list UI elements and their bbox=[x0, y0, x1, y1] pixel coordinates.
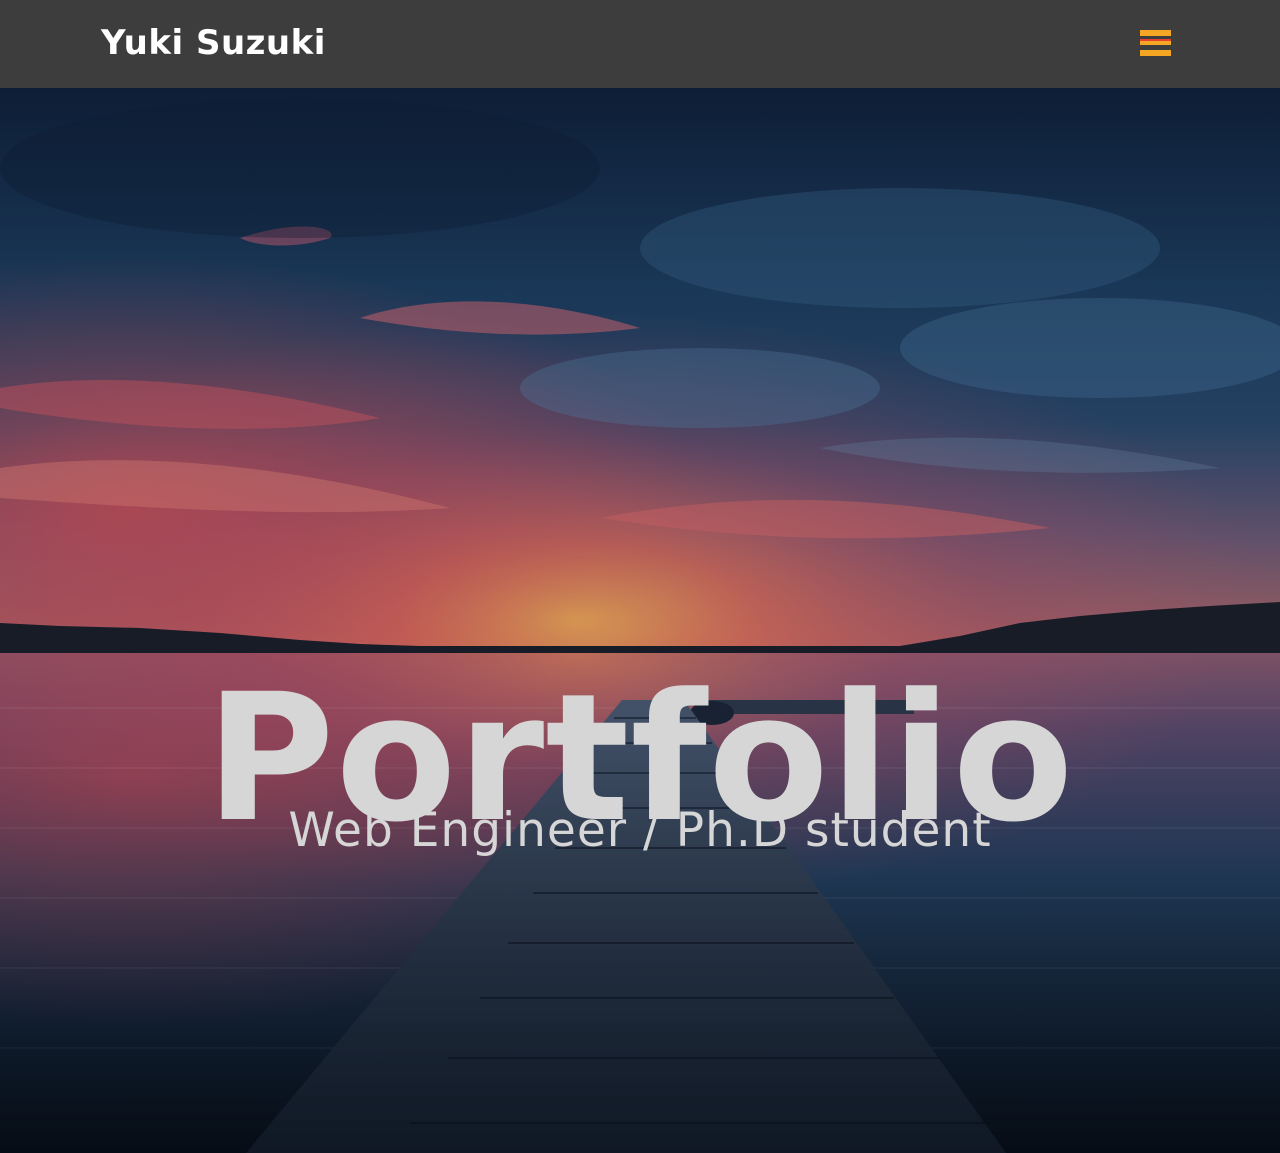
top-navbar: Yuki Suzuki bbox=[0, 0, 1280, 88]
menu-bar-bottom bbox=[1140, 50, 1171, 56]
hero-subtitle: Web Engineer / Ph.D student bbox=[288, 803, 992, 858]
hero-section: Portfolio Web Engineer / Ph.D student bbox=[0, 88, 1280, 1153]
brand-link[interactable]: Yuki Suzuki bbox=[101, 22, 326, 64]
menu-bar-middle-accent bbox=[1140, 41, 1171, 45]
hamburger-menu-icon[interactable] bbox=[1140, 30, 1171, 58]
hero-background-image bbox=[0, 88, 1280, 1153]
menu-bar-top bbox=[1140, 30, 1171, 36]
